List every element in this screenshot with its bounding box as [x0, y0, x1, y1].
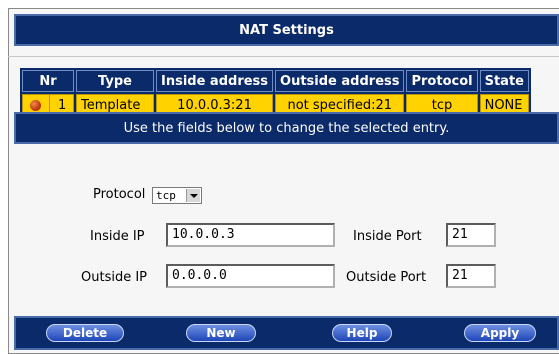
inside-port-input[interactable]: 21: [446, 223, 496, 247]
inside-port-label: Inside Port: [353, 229, 422, 244]
column-header-nr: Nr: [22, 70, 74, 92]
outside-port-input[interactable]: 21: [446, 264, 496, 288]
chevron-down-icon[interactable]: [186, 189, 200, 202]
apply-button[interactable]: Apply: [464, 324, 536, 342]
outside-ip-label: Outside IP: [81, 270, 148, 285]
delete-button[interactable]: Delete: [46, 324, 124, 342]
nat-settings-panel: [8, 8, 559, 354]
protocol-select-value: tcp: [156, 189, 176, 202]
column-header-protocol: Protocol: [406, 70, 478, 92]
inside-ip-input[interactable]: 10.0.0.3: [166, 223, 335, 247]
page-title-bar: NAT Settings: [14, 14, 559, 46]
column-header-outside-address: Outside address: [275, 70, 405, 92]
column-header-inside-address: Inside address: [156, 70, 274, 92]
page-title: NAT Settings: [239, 22, 334, 38]
divider: [8, 56, 559, 57]
outside-ip-input[interactable]: 0.0.0.0: [166, 264, 335, 288]
selected-entry-indicator-icon: [29, 100, 41, 111]
info-bar: Use the fields below to change the selec…: [14, 112, 559, 144]
table-header-row: Nr Type Inside address Outside address P…: [22, 70, 529, 92]
column-header-state: State: [479, 70, 529, 92]
inside-ip-label: Inside IP: [90, 229, 145, 244]
column-header-type: Type: [76, 70, 154, 92]
action-footer: Delete New Help Apply: [14, 316, 559, 350]
new-button[interactable]: New: [186, 324, 256, 342]
info-message: Use the fields below to change the selec…: [123, 120, 450, 136]
help-button[interactable]: Help: [332, 324, 392, 342]
protocol-select[interactable]: tcp: [152, 187, 202, 204]
protocol-label: Protocol: [93, 187, 146, 202]
outside-port-label: Outside Port: [346, 270, 427, 285]
row-nr: 1: [58, 98, 67, 113]
